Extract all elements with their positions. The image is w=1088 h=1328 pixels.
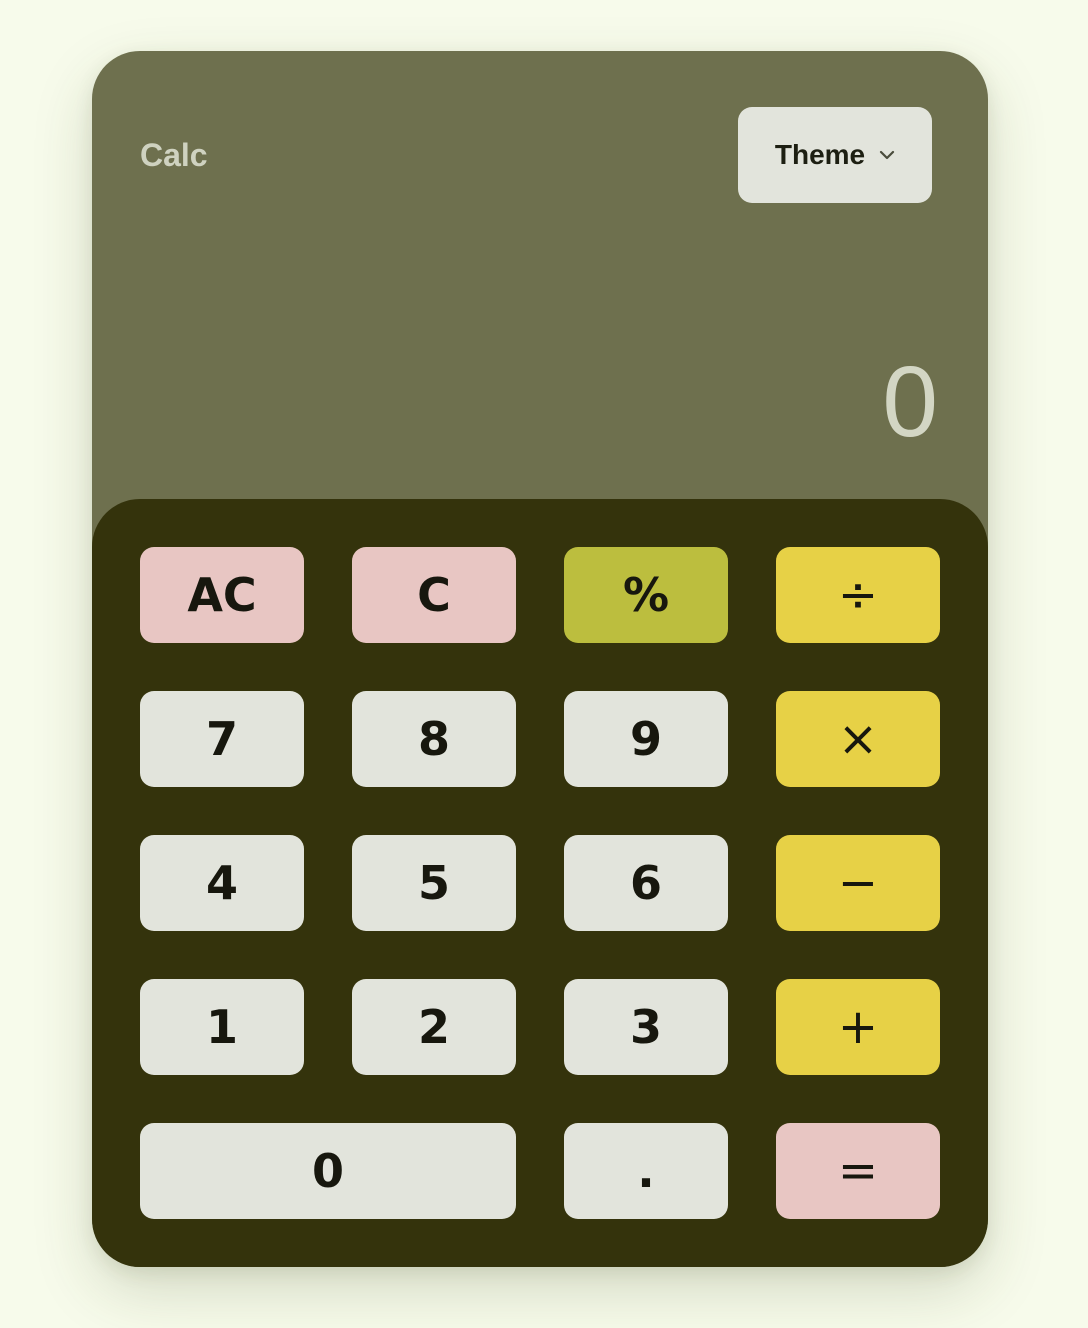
digit-1-button[interactable]: 1 bbox=[140, 979, 304, 1075]
app-title: Calc bbox=[140, 137, 208, 173]
decimal-button[interactable]: . bbox=[564, 1123, 728, 1219]
digit-9-button[interactable]: 9 bbox=[564, 691, 728, 787]
digit-4-button[interactable]: 4 bbox=[140, 835, 304, 931]
calculator: Calc Theme 0 AC C % ÷ 7 8 9 × 4 5 6 − 1 … bbox=[92, 51, 988, 1267]
digit-8-button[interactable]: 8 bbox=[352, 691, 516, 787]
add-button[interactable]: + bbox=[776, 979, 940, 1075]
digit-6-button[interactable]: 6 bbox=[564, 835, 728, 931]
percent-button[interactable]: % bbox=[564, 547, 728, 643]
clear-button[interactable]: C bbox=[352, 547, 516, 643]
digit-2-button[interactable]: 2 bbox=[352, 979, 516, 1075]
theme-label: Theme bbox=[774, 139, 866, 170]
subtract-button[interactable]: − bbox=[776, 835, 940, 931]
digit-5-button[interactable]: 5 bbox=[352, 835, 516, 931]
all-clear-button[interactable]: AC bbox=[140, 547, 304, 643]
keypad: AC C % ÷ 7 8 9 × 4 5 6 − 1 2 3 + 0 . = bbox=[92, 499, 988, 1267]
keypad-grid: AC C % ÷ 7 8 9 × 4 5 6 − 1 2 3 + 0 . = bbox=[140, 547, 940, 1219]
digit-3-button[interactable]: 3 bbox=[564, 979, 728, 1075]
theme-dropdown-button[interactable]: Theme bbox=[738, 107, 932, 203]
digit-0-button[interactable]: 0 bbox=[140, 1123, 516, 1219]
divide-button[interactable]: ÷ bbox=[776, 547, 940, 643]
multiply-button[interactable]: × bbox=[776, 691, 940, 787]
chevron-down-icon bbox=[880, 150, 895, 160]
equals-button[interactable]: = bbox=[776, 1123, 940, 1219]
digit-7-button[interactable]: 7 bbox=[140, 691, 304, 787]
display-value: 0 bbox=[882, 346, 938, 458]
